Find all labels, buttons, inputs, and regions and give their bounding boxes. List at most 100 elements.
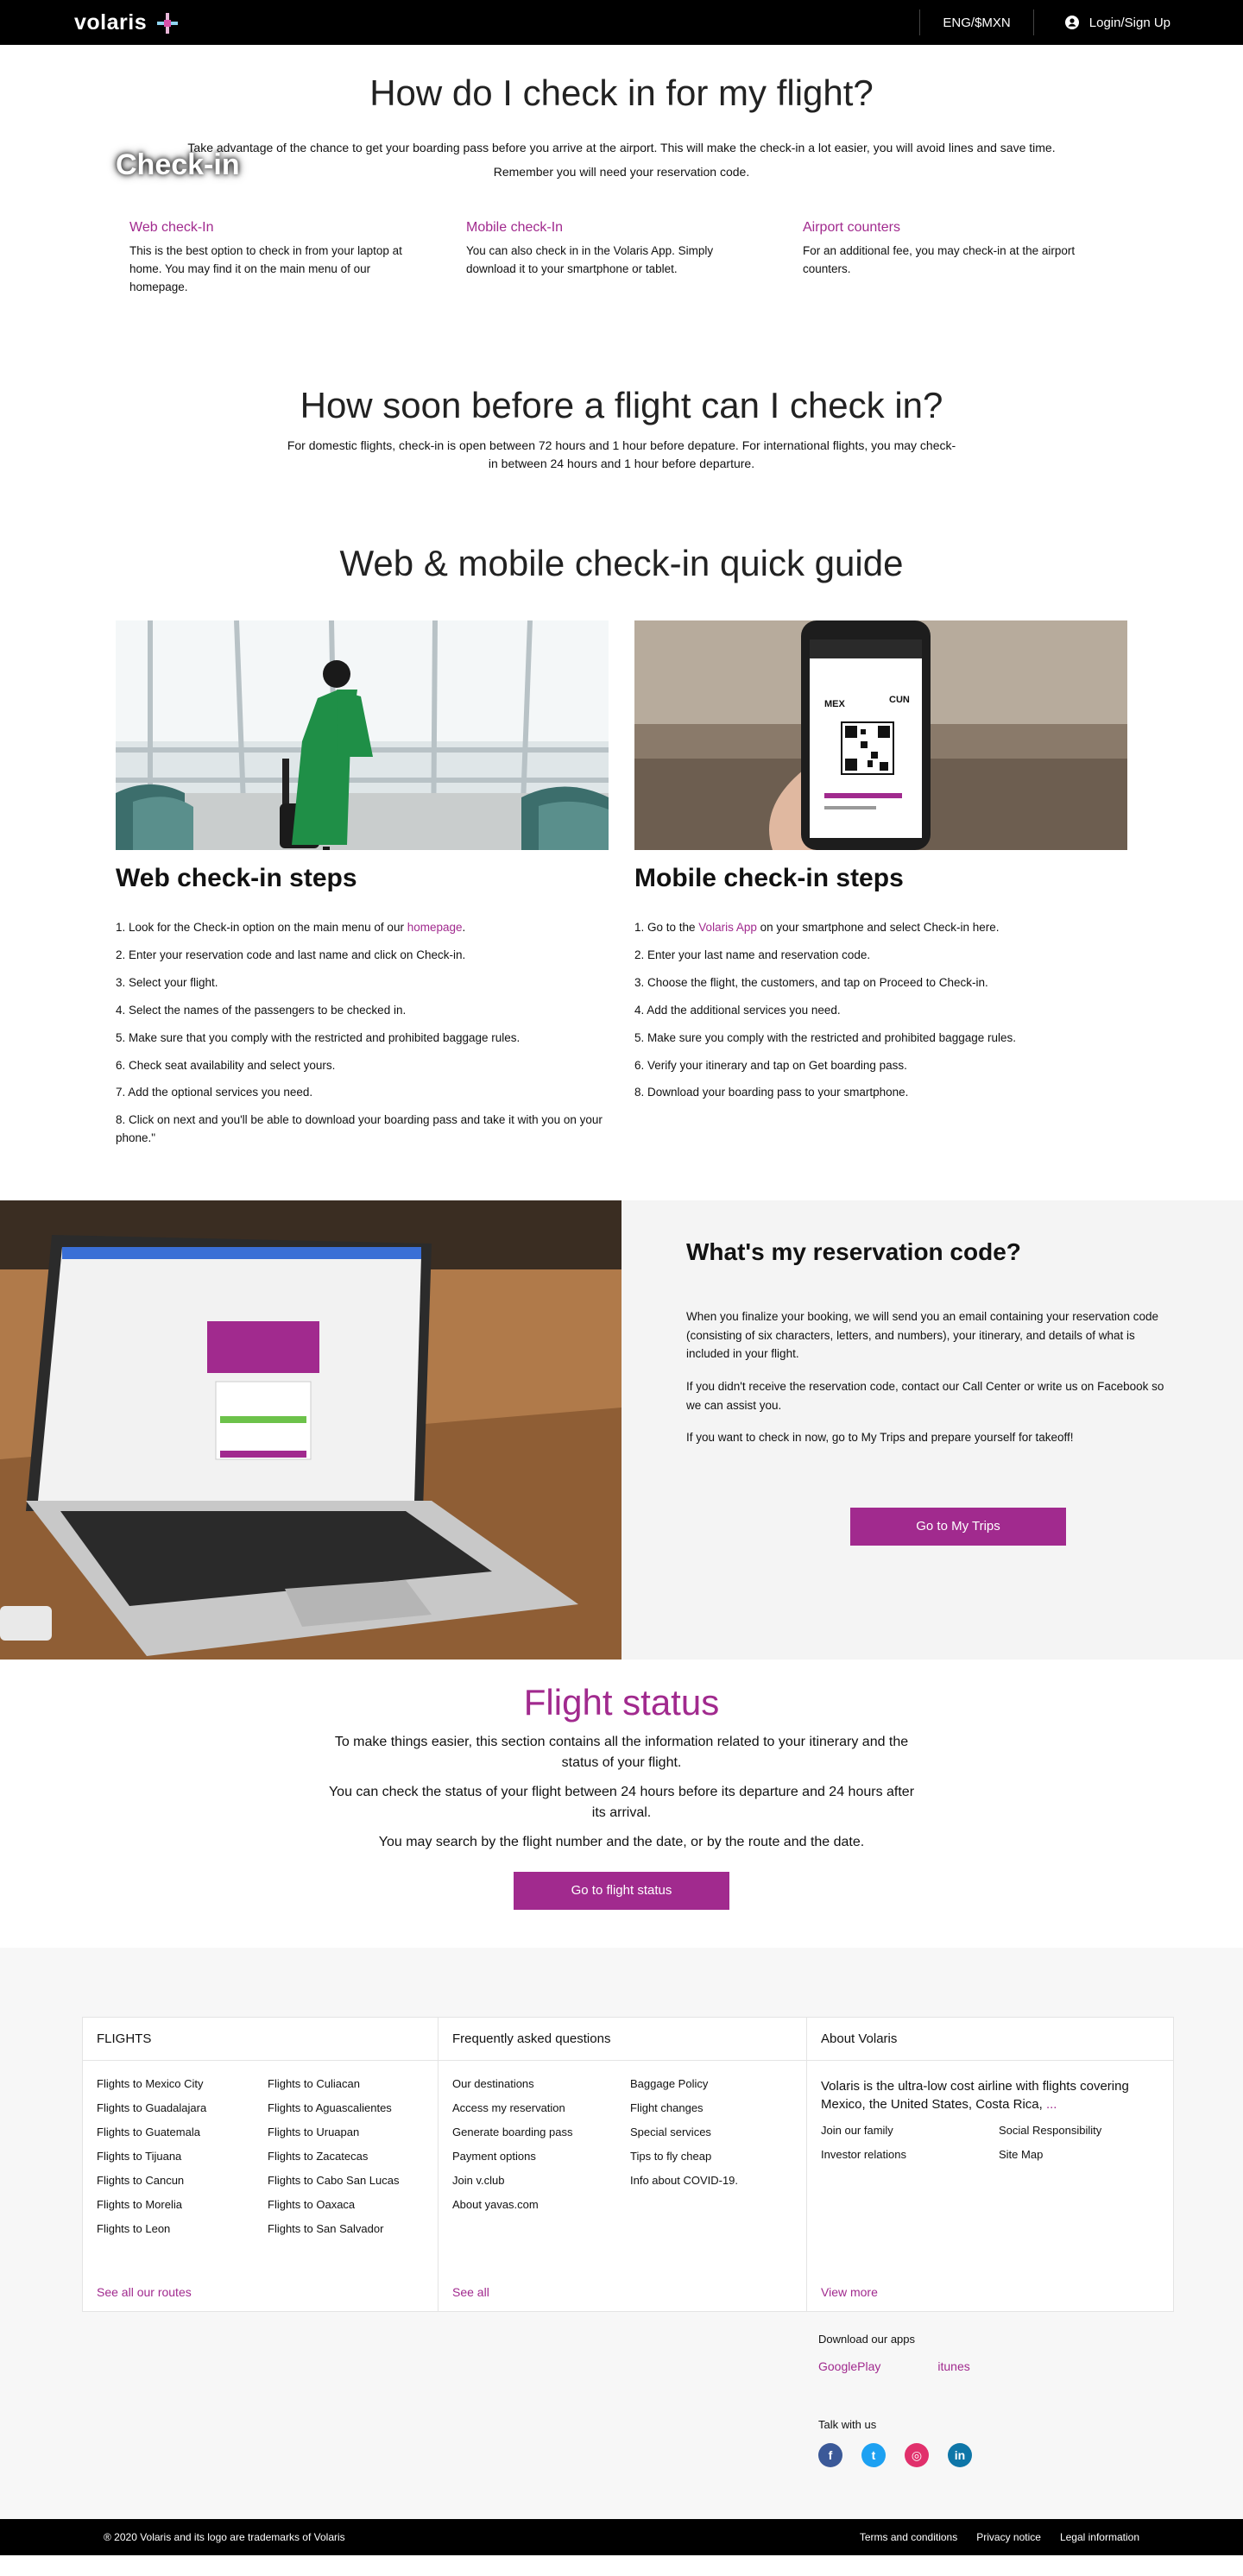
apps-title: Download our apps [818, 2333, 916, 2346]
web-step: 1. Look for the Check-in option on the m… [116, 919, 609, 937]
flight-status-title: Flight status [523, 1682, 720, 1723]
footer-flights-list: Flights to Mexico City Flights to Culiac… [97, 2077, 424, 2235]
brand-name: volaris [74, 10, 148, 35]
web-step: 2. Enter your reservation code and last … [116, 948, 466, 961]
web-step-suffix: . [462, 920, 466, 934]
phone-origin: MEX [824, 699, 846, 709]
option-mobile-checkin: Mobile check-In You can also check in in… [466, 220, 803, 297]
footer-faq-list: Our destinations Baggage Policy Access m… [452, 2077, 792, 2211]
timing-title: How soon before a flight can I check in? [300, 384, 943, 425]
login-label: Login/Sign Up [1088, 15, 1170, 30]
linkedin-icon[interactable]: in [948, 2443, 972, 2468]
go-to-my-trips-button[interactable]: Go to My Trips [850, 1508, 1066, 1546]
web-steps-list: 1. Look for the Check-in option on the m… [116, 919, 609, 1148]
footer-link[interactable]: Flights to Culiacan [268, 2077, 439, 2090]
footer-link[interactable]: Payment options [452, 2150, 630, 2163]
apps-section: Download our apps GooglePlay itunes Talk… [82, 2312, 1174, 2519]
flight-status-text: To make things easier, this section cont… [334, 1735, 909, 1771]
footer-link[interactable]: Flights to Guatemala [97, 2126, 268, 2138]
phone-destination: CUN [889, 695, 910, 705]
checkin-section: How do I check in for my flight? Check-i… [0, 45, 1243, 297]
mobile-step-suffix: on your smartphone and select Check-in h… [756, 920, 1000, 934]
bottom-bar: ® 2020 Volaris and its logo are trademar… [0, 2519, 1243, 2556]
facebook-icon[interactable]: f [818, 2443, 842, 2468]
mobile-step: 4. Add the additional services you need. [634, 1003, 841, 1017]
flight-status-text: You can check the status of your flight … [328, 1785, 915, 1821]
footer: FLIGHTS Flights to Mexico City Flights t… [0, 1948, 1243, 2520]
flight-status-section: Flight status To make things easier, thi… [0, 1660, 1243, 1948]
footer-link[interactable]: Flights to Aguascalientes [268, 2101, 439, 2114]
footer-about-title: About Volaris [821, 2031, 898, 2047]
about-ellipsis-link[interactable]: ... [1046, 2097, 1057, 2112]
web-step: 8. Click on next and you'll be able to d… [116, 1113, 603, 1145]
see-all-faq-link[interactable]: See all [452, 2285, 489, 2299]
footer-link[interactable]: Flights to Cabo San Lucas [268, 2174, 439, 2187]
timing-section: How soon before a flight can I check in?… [0, 385, 1243, 474]
instagram-icon[interactable]: ◎ [905, 2443, 929, 2468]
login-button[interactable]: Login/Sign Up [1034, 16, 1170, 30]
web-step: 4. Select the names of the passengers to… [116, 1003, 407, 1017]
web-step: 7. Add the optional services you need. [116, 1086, 313, 1099]
top-bar: volaris ENG/$MXN Login/Sign Up [0, 0, 1243, 45]
footer-link[interactable]: Flights to Leon [97, 2222, 268, 2235]
footer-link[interactable]: Flight changes [630, 2101, 808, 2114]
footer-flights-column: FLIGHTS Flights to Mexico City Flights t… [83, 2018, 439, 2312]
footer-link[interactable]: Flights to Cancun [97, 2174, 268, 2187]
footer-link[interactable]: Flights to Uruapan [268, 2126, 439, 2138]
mobile-step: 3. Choose the flight, the customers, and… [634, 975, 988, 989]
footer-link[interactable]: Join v.club [452, 2174, 630, 2187]
option-title: Airport counters [803, 219, 900, 235]
footer-link[interactable]: About yavas.com [452, 2198, 630, 2211]
volaris-logo[interactable]: volaris [74, 10, 180, 35]
footer-link[interactable]: Join our family [821, 2124, 999, 2137]
user-icon [1064, 16, 1079, 29]
phone-boarding-pass-image: MEX CUN [634, 620, 1127, 850]
option-title: Web check-In [129, 219, 214, 235]
footer-link[interactable]: Access my reservation [452, 2101, 630, 2114]
footer-link[interactable]: Special services [630, 2126, 808, 2138]
twitter-icon[interactable]: t [861, 2443, 886, 2468]
laptop-image [0, 1200, 622, 1660]
footer-link[interactable]: Site Map [999, 2148, 1163, 2161]
volaris-app-link[interactable]: Volaris App [698, 921, 757, 934]
footer-link[interactable]: Flights to San Salvador [268, 2222, 439, 2235]
option-web-checkin: Web check-In This is the best option to … [129, 220, 466, 297]
footer-link[interactable]: Info about COVID-19. [630, 2174, 808, 2187]
google-play-link[interactable]: GooglePlay [818, 2359, 880, 2373]
footer-link[interactable]: Our destinations [452, 2077, 630, 2090]
option-text: This is the best option to check in from… [129, 243, 402, 293]
itunes-link[interactable]: itunes [937, 2359, 969, 2373]
airport-traveler-image [116, 620, 609, 850]
footer-link[interactable]: Flights to Mexico City [97, 2077, 268, 2090]
see-all-routes-link[interactable]: See all our routes [97, 2285, 192, 2299]
footer-link[interactable]: Flights to Guadalajara [97, 2101, 268, 2114]
footer-link[interactable]: Social Responsibility [999, 2124, 1163, 2137]
option-text: For an additional fee, you may check-in … [803, 243, 1076, 275]
language-currency-selector[interactable]: ENG/$MXN [919, 9, 1034, 35]
web-step: 5. Make sure that you comply with the re… [116, 1030, 521, 1044]
footer-link[interactable]: Baggage Policy [630, 2077, 808, 2090]
view-more-link[interactable]: View more [821, 2285, 878, 2299]
about-text: Volaris is the ultra-low cost airline wi… [821, 2079, 1129, 2113]
footer-link[interactable]: Investor relations [821, 2148, 999, 2161]
homepage-link[interactable]: homepage [407, 921, 463, 934]
brand-star-icon [157, 12, 179, 34]
legal-info-link[interactable]: Legal information [1060, 2531, 1139, 2543]
footer-link[interactable]: Flights to Morelia [97, 2198, 268, 2211]
footer-link[interactable]: Flights to Tijuana [97, 2150, 268, 2163]
go-to-flight-status-button[interactable]: Go to flight status [514, 1872, 729, 1911]
reservation-title: What's my reservation code? [686, 1238, 1021, 1266]
footer-about-column: About Volaris Volaris is the ultra-low c… [807, 2018, 1173, 2311]
web-steps-title: Web check-in steps [116, 863, 357, 892]
terms-link[interactable]: Terms and conditions [860, 2531, 957, 2543]
footer-link[interactable]: Flights to Zacatecas [268, 2150, 439, 2163]
checkin-tag: Check-in [116, 148, 240, 181]
footer-link[interactable]: Tips to fly cheap [630, 2150, 808, 2163]
footer-flights-title: FLIGHTS [97, 2031, 152, 2047]
footer-link[interactable]: Generate boarding pass [452, 2126, 630, 2138]
footer-link[interactable]: Flights to Oaxaca [268, 2198, 439, 2211]
mobile-steps-list: 1. Go to the Volaris App on your smartph… [634, 919, 1127, 1102]
privacy-link[interactable]: Privacy notice [976, 2531, 1041, 2543]
mobile-step: 1. Go to the Volaris App on your smartph… [634, 919, 1127, 937]
mobile-steps-title: Mobile check-in steps [634, 863, 904, 892]
